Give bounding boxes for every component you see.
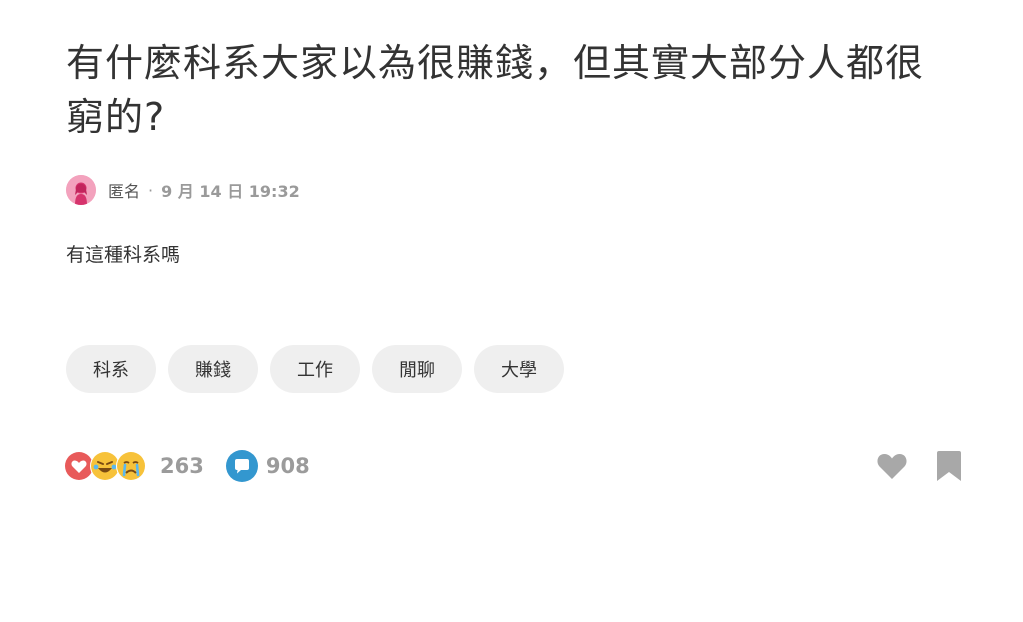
post-content: 有這種科系嗎	[66, 244, 181, 266]
avatar[interactable]	[66, 175, 96, 205]
female-avatar-icon	[66, 175, 96, 205]
comment-icon	[225, 450, 258, 482]
heart-outline-icon	[877, 454, 907, 479]
post-title: 有什麼科系大家以為很賺錢，但其實大部分人都很窮的?	[66, 41, 925, 139]
like-button[interactable]	[876, 452, 908, 480]
tag-chip[interactable]: 科系	[66, 345, 156, 393]
reactions-summary[interactable]: 263	[64, 451, 204, 481]
bookmark-button[interactable]	[936, 451, 962, 481]
cry-emoji-icon	[116, 451, 146, 481]
post-container: 有什麼科系大家以為很賺錢，但其實大部分人都很窮的? 匿名 · 9 月 14 日 …	[66, 36, 966, 393]
tag-chip[interactable]: 工作	[270, 345, 360, 393]
author-name[interactable]: 匿名	[108, 178, 140, 202]
comments-summary[interactable]: 908	[225, 450, 310, 482]
meta-separator: ·	[148, 180, 154, 200]
bookmark-icon	[937, 451, 961, 481]
comment-count: 908	[265, 454, 310, 478]
reaction-count: 263	[160, 454, 204, 478]
tag-chip[interactable]: 賺錢	[168, 345, 258, 393]
post-stats-bar: 263 908	[64, 448, 962, 484]
post-timestamp: 9 月 14 日 19:32	[161, 182, 300, 201]
tag-list: 科系 賺錢 工作 閒聊 大學	[66, 345, 966, 393]
tag-chip[interactable]: 大學	[474, 345, 564, 393]
post-actions	[876, 451, 962, 481]
tag-chip[interactable]: 閒聊	[372, 345, 462, 393]
post-meta: 匿名 · 9 月 14 日 19:32	[66, 174, 966, 206]
